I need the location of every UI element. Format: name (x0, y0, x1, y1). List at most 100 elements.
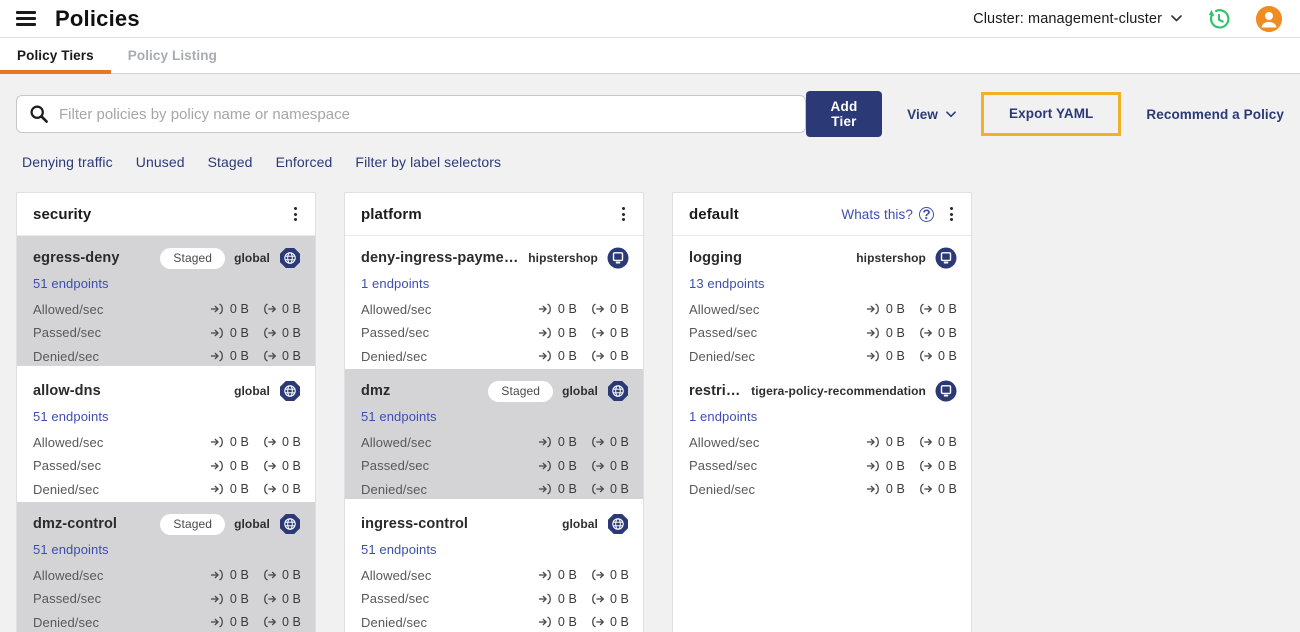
ingress-icon (538, 327, 553, 339)
cluster-selector[interactable]: Cluster: management-cluster (973, 11, 1182, 27)
kebab-menu-icon[interactable] (617, 203, 630, 225)
endpoints-link[interactable]: 51 endpoints (33, 409, 109, 424)
global-icon (607, 380, 629, 402)
endpoints-link[interactable]: 51 endpoints (361, 542, 437, 557)
filter-staged[interactable]: Staged (208, 154, 253, 170)
endpoints-link[interactable]: 51 endpoints (361, 409, 437, 424)
egress-icon (262, 569, 277, 581)
policy-card-allow-dns[interactable]: allow-dns global 51 endpoints Allowed/se… (17, 369, 315, 499)
endpoints-link[interactable]: 1 endpoints (689, 409, 757, 424)
egress-icon (590, 616, 605, 628)
tier-card-platform: platform deny-ingress-paymentservi… hips… (344, 192, 644, 632)
egress-icon (590, 436, 605, 448)
policy-name: dmz (361, 383, 391, 399)
global-icon (279, 513, 301, 535)
ingress-icon (210, 569, 225, 581)
policy-card-restricted[interactable]: restricted tigera-policy-recommendation … (673, 369, 971, 499)
recommend-policy-button[interactable]: Recommend a Policy (1146, 107, 1284, 122)
endpoints-link[interactable]: 1 endpoints (361, 276, 429, 291)
menu-icon[interactable] (16, 11, 36, 26)
ingress-icon (538, 593, 553, 605)
policy-scope: tigera-policy-recommendation (751, 384, 926, 398)
ingress-icon (210, 483, 225, 495)
egress-icon (918, 460, 933, 472)
top-bar: Policies Cluster: management-cluster (0, 0, 1300, 38)
history-icon[interactable] (1206, 6, 1232, 32)
egress-icon (918, 483, 933, 495)
egress-icon (918, 436, 933, 448)
ingress-icon (538, 569, 553, 581)
policy-name: deny-ingress-paymentservi… (361, 250, 522, 266)
tier-columns: security egress-deny Staged global 51 en… (16, 192, 1284, 632)
staged-badge: Staged (160, 247, 226, 269)
filter-denying-traffic[interactable]: Denying traffic (22, 154, 113, 170)
tier-card-security: security egress-deny Staged global 51 en… (16, 192, 316, 632)
ingress-icon (538, 616, 553, 628)
ingress-icon (866, 350, 881, 362)
export-yaml-button[interactable]: Export YAML (981, 92, 1122, 136)
question-icon: ? (919, 206, 934, 222)
ingress-icon (538, 483, 553, 495)
staged-badge: Staged (488, 380, 554, 402)
user-avatar-icon[interactable] (1256, 5, 1282, 32)
egress-icon (590, 460, 605, 472)
add-tier-button[interactable]: Add Tier (805, 91, 883, 137)
staged-badge: Staged (160, 513, 226, 535)
ingress-icon (538, 303, 553, 315)
view-button[interactable]: View (907, 107, 956, 122)
egress-icon (262, 350, 277, 362)
egress-icon (918, 327, 933, 339)
egress-icon (262, 460, 277, 472)
ingress-icon (538, 460, 553, 472)
policy-scope: global (234, 517, 270, 531)
tier-name: security (33, 205, 92, 223)
policy-card-deny-ingress-paymentservice[interactable]: deny-ingress-paymentservi… hipstershop 1… (345, 236, 643, 366)
ingress-icon (210, 303, 225, 315)
chevron-down-icon (1171, 15, 1182, 22)
policy-scope: hipstershop (856, 251, 926, 265)
egress-icon (590, 593, 605, 605)
page-title: Policies (55, 5, 140, 31)
policy-card-dmz-control[interactable]: dmz-control Staged global 51 endpoints A… (17, 502, 315, 632)
egress-icon (590, 569, 605, 581)
tab-policy-listing[interactable]: Policy Listing (111, 38, 234, 73)
whats-this-link[interactable]: Whats this? ? (841, 206, 934, 222)
policy-search (16, 95, 806, 133)
policy-card-ingress-control[interactable]: ingress-control global 51 endpoints Allo… (345, 502, 643, 632)
search-input[interactable] (59, 105, 793, 123)
kebab-menu-icon[interactable] (945, 203, 958, 225)
egress-icon (590, 303, 605, 315)
policy-scope: global (562, 384, 598, 398)
egress-icon (590, 350, 605, 362)
quick-filters: Denying traffic Unused Staged Enforced F… (22, 154, 1284, 170)
egress-icon (262, 436, 277, 448)
egress-icon (590, 327, 605, 339)
egress-icon (262, 483, 277, 495)
toolbar: Add Tier View Export YAML Recommend a Po… (16, 91, 1284, 137)
endpoints-link[interactable]: 13 endpoints (689, 276, 765, 291)
namespace-icon (935, 247, 957, 269)
policy-name: dmz-control (33, 516, 118, 532)
ingress-icon (210, 460, 225, 472)
policy-card-egress-deny[interactable]: egress-deny Staged global 51 endpoints A… (17, 236, 315, 366)
filter-enforced[interactable]: Enforced (276, 154, 333, 170)
policy-card-dmz[interactable]: dmz Staged global 51 endpoints Allowed/s… (345, 369, 643, 499)
global-icon (279, 380, 301, 402)
ingress-icon (866, 483, 881, 495)
egress-icon (262, 616, 277, 628)
policy-card-logging[interactable]: logging hipstershop 13 endpoints Allowed… (673, 236, 971, 366)
tier-card-default: default Whats this? ? logging hipstersho… (672, 192, 972, 632)
ingress-icon (210, 350, 225, 362)
endpoints-link[interactable]: 51 endpoints (33, 276, 109, 291)
kebab-menu-icon[interactable] (289, 203, 302, 225)
filter-unused[interactable]: Unused (136, 154, 185, 170)
ingress-icon (210, 616, 225, 628)
policy-scope: global (562, 517, 598, 531)
egress-icon (262, 303, 277, 315)
tab-policy-tiers[interactable]: Policy Tiers (0, 38, 111, 74)
endpoints-link[interactable]: 51 endpoints (33, 542, 109, 557)
cluster-selector-label: Cluster: management-cluster (973, 10, 1162, 27)
ingress-icon (866, 303, 881, 315)
egress-icon (262, 327, 277, 339)
filter-label-selectors[interactable]: Filter by label selectors (355, 154, 501, 170)
